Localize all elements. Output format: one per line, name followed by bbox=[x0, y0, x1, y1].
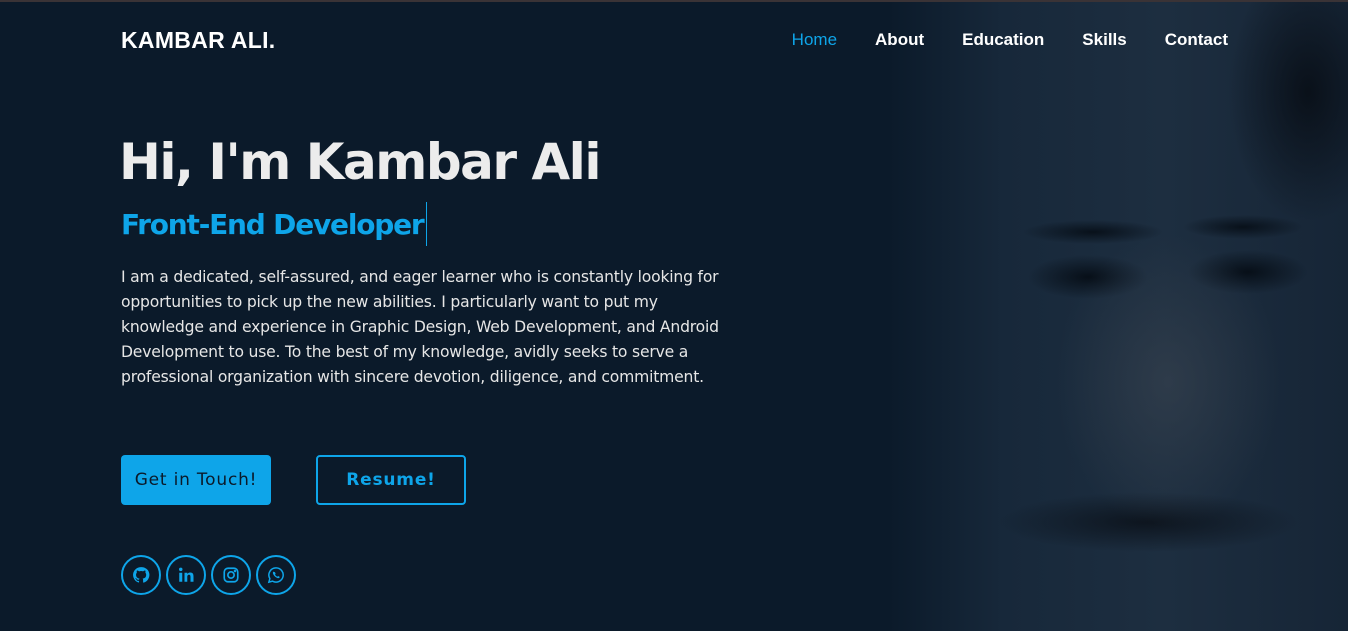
hero-title: Hi, I'm Kambar Ali bbox=[119, 133, 601, 191]
whatsapp-icon bbox=[267, 567, 284, 584]
nav-menu: Home About Education Skills Contact bbox=[792, 30, 1228, 50]
hero-role: Front-End Developer bbox=[121, 202, 428, 246]
hero-role-text: Front-End Developer bbox=[121, 207, 425, 241]
navbar: KAMBAR ALI. Home About Education Skills … bbox=[0, 0, 1348, 82]
github-link[interactable] bbox=[121, 555, 161, 595]
nav-item-about[interactable]: About bbox=[875, 30, 924, 50]
social-links bbox=[121, 555, 296, 595]
linkedin-link[interactable] bbox=[166, 555, 206, 595]
nav-item-home[interactable]: Home bbox=[792, 30, 837, 50]
github-icon bbox=[133, 567, 150, 583]
nav-item-skills[interactable]: Skills bbox=[1082, 30, 1126, 50]
instagram-icon bbox=[223, 567, 239, 583]
instagram-link[interactable] bbox=[211, 555, 251, 595]
resume-button[interactable]: Resume! bbox=[316, 455, 466, 505]
nav-item-education[interactable]: Education bbox=[962, 30, 1044, 50]
brand-logo[interactable]: KAMBAR ALI. bbox=[121, 27, 276, 54]
typing-cursor bbox=[425, 202, 428, 246]
get-in-touch-button[interactable]: Get in Touch! bbox=[121, 455, 271, 505]
nav-item-contact[interactable]: Contact bbox=[1165, 30, 1228, 50]
hero-bio: I am a dedicated, self-assured, and eage… bbox=[121, 268, 719, 386]
whatsapp-link[interactable] bbox=[256, 555, 296, 595]
linkedin-icon bbox=[179, 567, 194, 582]
profile-portrait-background bbox=[888, 2, 1348, 631]
